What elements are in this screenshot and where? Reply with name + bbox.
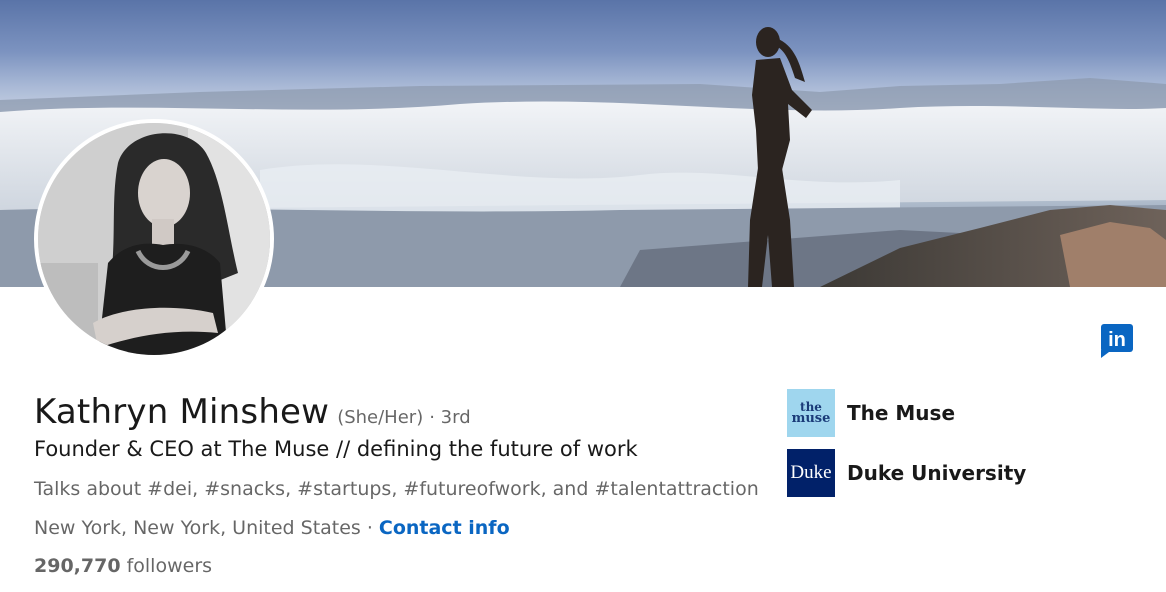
duke-logo-text: Duke [790,462,832,483]
location-separator: · [366,517,373,539]
location-row: New York, New York, United States · Cont… [34,517,510,539]
avatar-image [38,123,270,355]
the-muse-logo-line2: muse [791,410,831,426]
linkedin-icon-text: in [1108,329,1126,351]
profile-headline: Founder & CEO at The Muse // defining th… [34,437,638,461]
location: New York, New York, United States [34,517,361,539]
org-name-duke-university: Duke University [847,461,1027,485]
pronouns: (She/Her) [337,407,424,428]
linkedin-icon: in [1101,324,1133,358]
org-item-the-muse[interactable]: the muse The Muse [787,389,955,437]
followers-count: 290,770 followers [34,555,212,577]
followers-number: 290,770 [34,555,121,577]
profile-photo[interactable] [34,119,274,359]
connection-degree: · 3rd [429,407,471,428]
org-name-the-muse: The Muse [847,401,956,425]
the-muse-logo: the muse [787,389,835,437]
talks-about: Talks about #dei, #snacks, #startups, #f… [34,478,759,500]
followers-label: followers [126,555,213,577]
org-item-duke-university[interactable]: Duke Duke University [787,449,1026,497]
contact-info-link[interactable]: Contact info [379,517,510,539]
profile-name: Kathryn Minshew [34,392,330,432]
name-row: Kathryn Minshew (She/Her) · 3rd [34,392,471,434]
duke-logo: Duke [787,449,835,497]
